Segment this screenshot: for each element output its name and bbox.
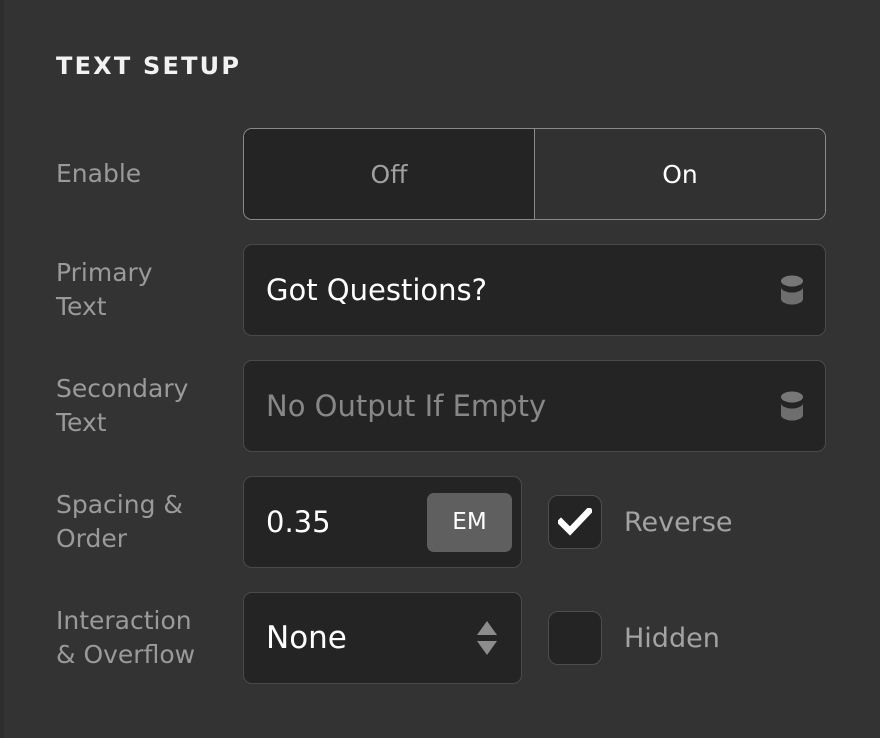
checkmark-icon	[558, 508, 592, 536]
row-label-spacing-order-line1: Spacing &	[56, 488, 236, 522]
secondary-text-placeholder[interactable]: No Output If Empty	[266, 389, 779, 423]
row-label-primary-text-line2: Text	[56, 290, 236, 324]
row-label-spacing-order-line2: Order	[56, 522, 236, 556]
interaction-select-value[interactable]: None	[266, 620, 475, 656]
control-area-enable: Off On	[243, 116, 880, 232]
primary-text-field[interactable]: Got Questions?	[243, 244, 826, 336]
row-spacing-order: Spacing & Order 0.35 EM Reverse	[4, 464, 880, 580]
row-label-interaction-overflow-line1: Interaction	[56, 604, 236, 638]
row-primary-text: Primary Text Got Questions?	[4, 232, 880, 348]
database-icon[interactable]	[779, 390, 805, 422]
row-enable: Enable Off On	[4, 116, 880, 232]
control-area-primary-text: Got Questions?	[243, 232, 880, 348]
reverse-checkbox-label[interactable]: Reverse	[624, 507, 733, 538]
hidden-checkbox-label[interactable]: Hidden	[624, 623, 720, 654]
hidden-checkbox[interactable]	[548, 611, 602, 665]
control-area-interaction-overflow: None Hidden	[243, 580, 880, 696]
primary-text-value[interactable]: Got Questions?	[266, 273, 779, 307]
secondary-text-field[interactable]: No Output If Empty	[243, 360, 826, 452]
control-area-secondary-text: No Output If Empty	[243, 348, 880, 464]
row-label-interaction-overflow-line2: & Overflow	[56, 638, 236, 672]
reverse-checkbox[interactable]	[548, 495, 602, 549]
row-label-primary-text-line1: Primary	[56, 256, 236, 290]
text-setup-panel: TEXT SETUP Enable Off On Primary Text G	[0, 0, 880, 738]
page-title: TEXT SETUP	[56, 54, 241, 78]
stepper-arrows-icon[interactable]	[475, 618, 499, 658]
enable-toggle-on[interactable]: On	[534, 129, 825, 219]
row-label-enable: Enable	[56, 116, 236, 232]
enable-toggle-off[interactable]: Off	[244, 129, 534, 219]
row-label-secondary-text-line2: Text	[56, 406, 236, 440]
row-label-interaction-overflow: Interaction & Overflow	[56, 580, 236, 696]
hidden-checkbox-group[interactable]: Hidden	[548, 611, 720, 665]
spacing-value-input[interactable]: 0.35 EM	[243, 476, 522, 568]
row-secondary-text: Secondary Text No Output If Empty	[4, 348, 880, 464]
enable-toggle-group[interactable]: Off On	[243, 128, 826, 220]
settings-rows: Enable Off On Primary Text Got Questions…	[4, 116, 880, 696]
row-label-primary-text: Primary Text	[56, 232, 236, 348]
spacing-unit-button[interactable]: EM	[427, 493, 512, 552]
interaction-select[interactable]: None	[243, 592, 522, 684]
spacing-value[interactable]: 0.35	[266, 505, 427, 539]
row-label-enable-line1: Enable	[56, 157, 236, 191]
row-label-spacing-order: Spacing & Order	[56, 464, 236, 580]
row-label-secondary-text-line1: Secondary	[56, 372, 236, 406]
row-interaction-overflow: Interaction & Overflow None Hidden	[4, 580, 880, 696]
database-icon[interactable]	[779, 274, 805, 306]
control-area-spacing-order: 0.35 EM Reverse	[243, 464, 880, 580]
row-label-secondary-text: Secondary Text	[56, 348, 236, 464]
reverse-checkbox-group[interactable]: Reverse	[548, 495, 733, 549]
